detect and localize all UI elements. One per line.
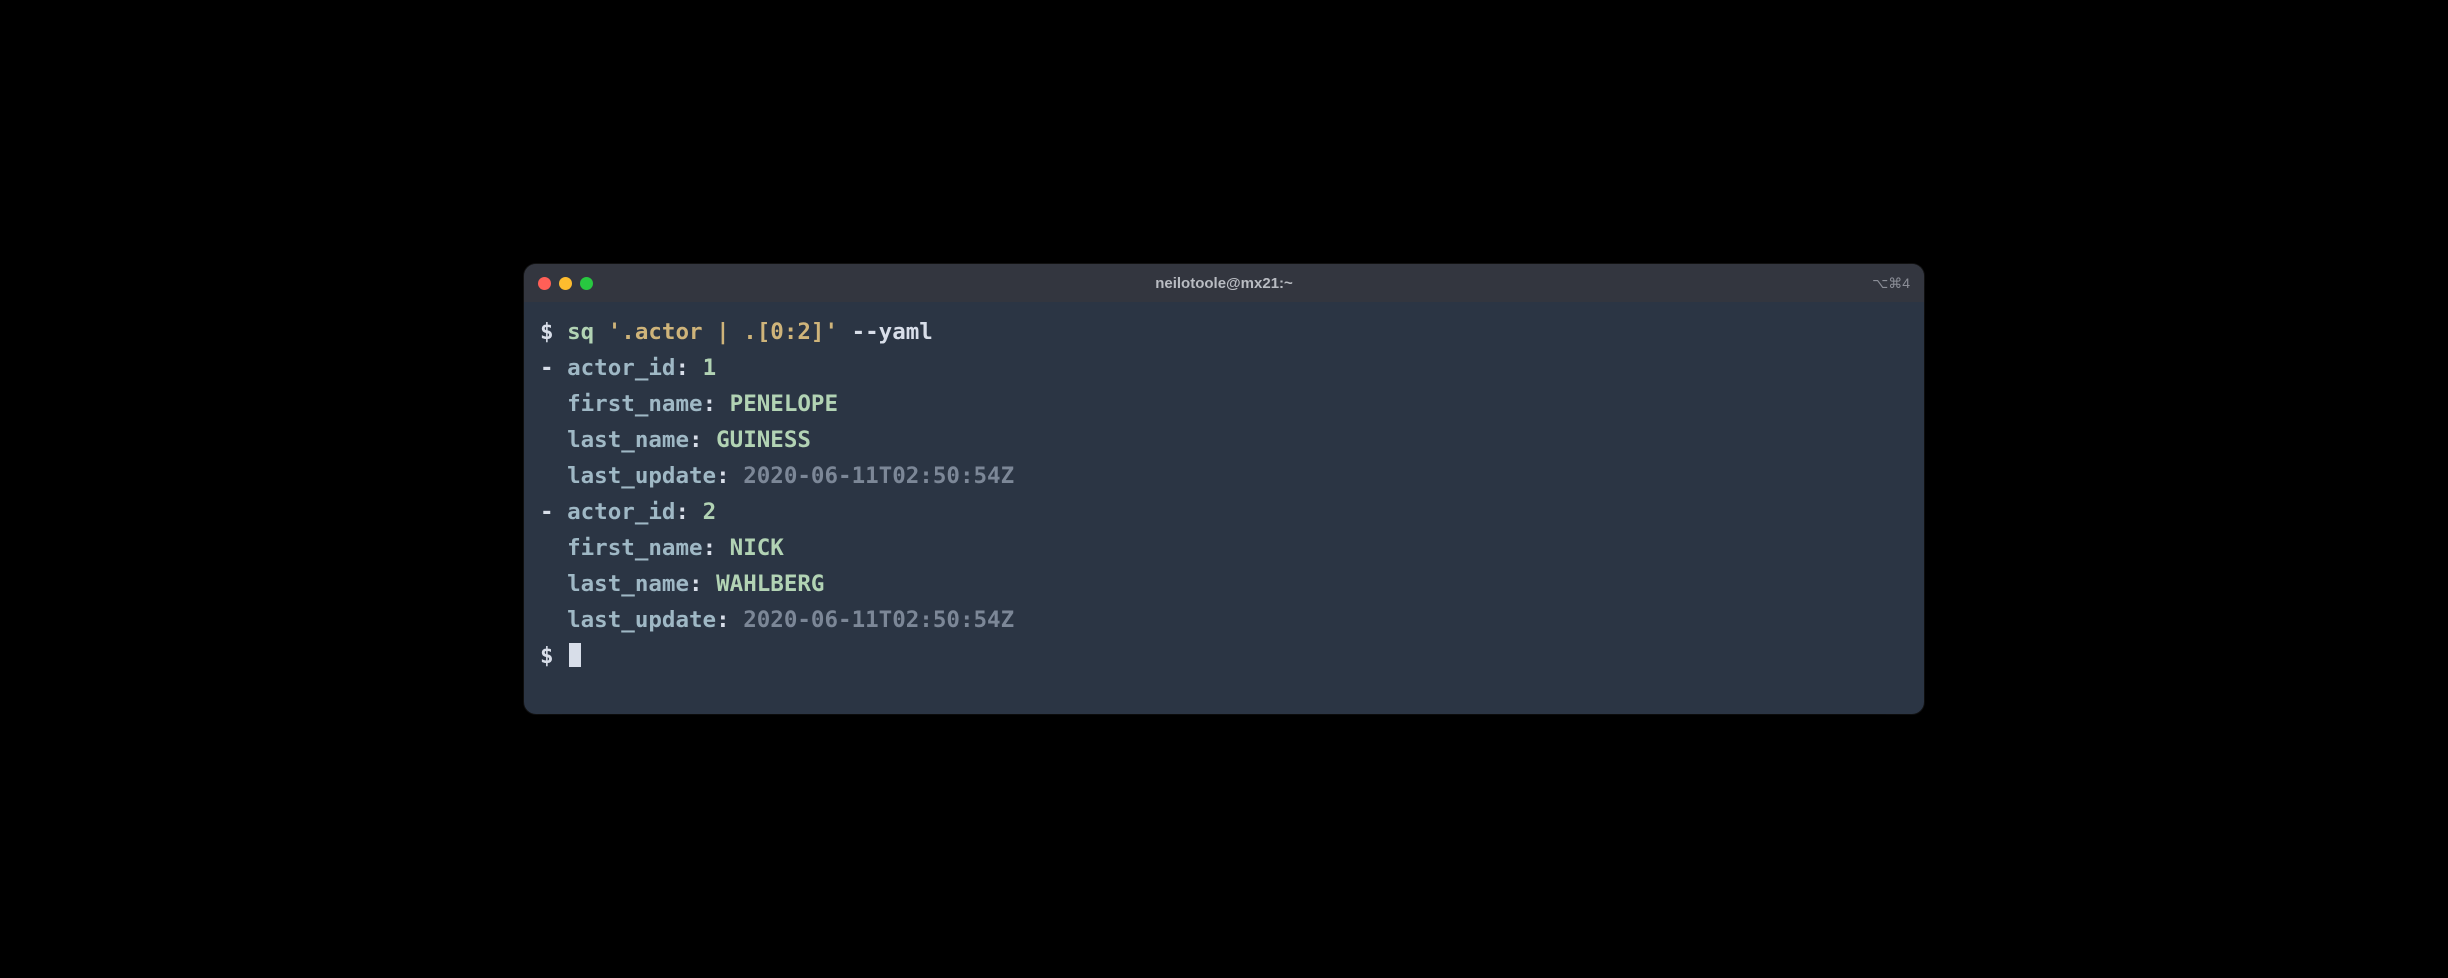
- yaml-key: last_update: [567, 463, 716, 489]
- output-line: last_update: 2020-06-11T02:50:54Z: [540, 602, 1908, 638]
- close-icon[interactable]: [538, 277, 551, 290]
- output-line: last_update: 2020-06-11T02:50:54Z: [540, 458, 1908, 494]
- output-line: first_name: NICK: [540, 530, 1908, 566]
- command-arg: '.actor | .[0:2]': [608, 319, 838, 345]
- output-line: last_name: WAHLBERG: [540, 566, 1908, 602]
- command-bin: sq: [567, 319, 594, 345]
- yaml-key: first_name: [567, 535, 702, 561]
- yaml-value: 1: [703, 355, 717, 381]
- yaml-value: WAHLBERG: [716, 571, 824, 597]
- output-line: last_name: GUINESS: [540, 422, 1908, 458]
- minimize-icon[interactable]: [559, 277, 572, 290]
- yaml-key: last_update: [567, 607, 716, 633]
- traffic-lights: [538, 277, 593, 290]
- yaml-value: NICK: [730, 535, 784, 561]
- yaml-key: actor_id: [567, 355, 675, 381]
- output-line: first_name: PENELOPE: [540, 386, 1908, 422]
- prompt-symbol: $: [540, 643, 554, 669]
- cursor-icon: [569, 643, 581, 667]
- yaml-key: actor_id: [567, 499, 675, 525]
- yaml-value: PENELOPE: [730, 391, 838, 417]
- yaml-key: last_name: [567, 571, 689, 597]
- yaml-key: first_name: [567, 391, 702, 417]
- title-bar: neilotoole@mx21:~ ⌥⌘4: [524, 264, 1924, 302]
- terminal-window: neilotoole@mx21:~ ⌥⌘4 $ sq '.actor | .[0…: [524, 264, 1924, 714]
- yaml-value: 2020-06-11T02:50:54Z: [743, 463, 1014, 489]
- prompt-symbol: $: [540, 319, 554, 345]
- prompt-line[interactable]: $: [540, 638, 1908, 674]
- output-line: - actor_id: 1: [540, 350, 1908, 386]
- window-shortcut-hint: ⌥⌘4: [1872, 275, 1910, 292]
- yaml-value: 2020-06-11T02:50:54Z: [743, 607, 1014, 633]
- command-line: $ sq '.actor | .[0:2]' --yaml: [540, 314, 1908, 350]
- yaml-value: 2: [703, 499, 717, 525]
- fullscreen-icon[interactable]: [580, 277, 593, 290]
- yaml-key: last_name: [567, 427, 689, 453]
- window-title: neilotoole@mx21:~: [1155, 275, 1293, 292]
- terminal-body[interactable]: $ sq '.actor | .[0:2]' --yaml - actor_id…: [524, 302, 1924, 714]
- output-line: - actor_id: 2: [540, 494, 1908, 530]
- yaml-value: GUINESS: [716, 427, 811, 453]
- command-flag: --yaml: [852, 319, 933, 345]
